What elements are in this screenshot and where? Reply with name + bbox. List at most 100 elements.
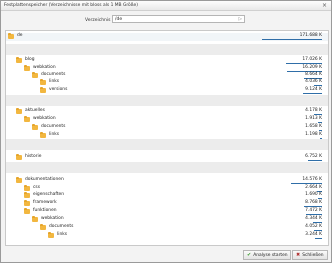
folder-icon [24, 116, 30, 122]
folder-name: webkation [41, 216, 64, 221]
path-value: /de [115, 17, 123, 22]
folder-row[interactable]: links 3.244 K [6, 232, 328, 240]
size-bar [314, 85, 322, 86]
size-bar [306, 214, 322, 215]
title-bar: Festplattenspeicher (Verzeichnisse mit b… [1, 1, 331, 11]
folder-name: links [57, 232, 68, 237]
folder-icon [8, 33, 14, 39]
folder-row[interactable]: aktuelles 4.178 K [6, 108, 328, 116]
size-bar [304, 206, 322, 207]
folder-size: 1.690 K [305, 192, 322, 197]
folder-name: webkation [33, 116, 56, 121]
close-icon: ✖ [296, 252, 301, 258]
folder-name: dokumentationen [25, 177, 64, 182]
folder-size: 9.124 K [305, 87, 322, 92]
folder-row[interactable]: links 4.036 K [6, 79, 328, 87]
folder-name: framework [33, 200, 57, 205]
close-label: Schließen [302, 253, 324, 258]
folder-size: 1.198 K [305, 132, 322, 137]
folder-row[interactable]: funktionen 7.472 K [6, 208, 328, 216]
folder-name: links [49, 132, 60, 137]
folder-icon [24, 208, 30, 214]
size-bar [314, 114, 322, 115]
folder-icon [24, 185, 30, 191]
folder-icon [24, 65, 30, 71]
folder-row[interactable]: documents 1.658 K [6, 124, 328, 132]
size-bar [286, 63, 322, 64]
folder-name: css [33, 185, 40, 190]
folder-size: 2.664 K [305, 185, 322, 190]
folder-row[interactable]: versions 9.124 K [6, 87, 328, 95]
go-icon[interactable]: ▷ [239, 16, 242, 23]
group-separator [6, 139, 328, 150]
size-bar [303, 93, 322, 94]
footer: ✔ Analyse starten ✖ Schließen [1, 248, 331, 263]
folder-icon [32, 124, 38, 130]
path-input[interactable]: /de ▷ [112, 15, 245, 23]
folder-row[interactable]: de 171.688 K [6, 33, 328, 41]
folder-icon [32, 72, 38, 78]
size-bar [318, 198, 322, 199]
size-bar [315, 238, 322, 239]
start-analysis-label: Analyse starten [253, 253, 288, 258]
folder-icon [40, 79, 46, 85]
group-separator [6, 95, 328, 106]
folder-name: de [17, 33, 23, 38]
size-bar [318, 122, 322, 123]
folder-size: 1.913 K [305, 116, 322, 121]
folder-size: 1.658 K [305, 124, 322, 129]
folder-row[interactable]: eigenschaften 1.690 K [6, 192, 328, 200]
folder-size-dialog: Festplattenspeicher (Verzeichnisse mit b… [0, 0, 332, 263]
window-title: Festplattenspeicher (Verzeichnisse mit b… [4, 3, 138, 8]
folder-name: blog [25, 57, 35, 62]
folder-size-list[interactable]: de 171.688 K blog 17.026 K webkation 16.209 K… [5, 30, 329, 246]
size-bar [320, 138, 322, 139]
folder-icon [40, 87, 46, 93]
group-separator [6, 162, 328, 173]
folder-icon [40, 132, 46, 138]
folder-name: historie [25, 154, 42, 159]
folder-icon [48, 232, 54, 238]
size-bar [262, 39, 322, 40]
folder-size: 8.768 K [305, 200, 322, 205]
folder-name: webkation [33, 65, 56, 70]
folder-size: 3.244 K [305, 232, 322, 237]
folder-size: 4.344 K [305, 216, 322, 221]
size-bar [308, 160, 322, 161]
group-separator [6, 44, 328, 55]
folder-row[interactable]: dokumentationen 14.576 K [6, 177, 328, 185]
size-bar [313, 222, 322, 223]
folder-name: links [49, 79, 60, 84]
folder-name: documents [41, 124, 66, 129]
close-button[interactable]: ✖ Schließen [292, 250, 328, 260]
size-bar [291, 183, 322, 184]
folder-size: 4.178 K [305, 108, 322, 113]
folder-size: 6.752 K [305, 154, 322, 159]
folder-name: aktuelles [25, 108, 45, 113]
folder-row[interactable]: historie 6.752 K [6, 154, 328, 162]
folder-name: versions [49, 87, 68, 92]
folder-row[interactable]: webkation 1.913 K [6, 116, 328, 124]
folder-icon [24, 200, 30, 206]
folder-size: 16.209 K [302, 65, 322, 70]
folder-row[interactable]: documents 4.052 K [6, 224, 328, 232]
window-close-icon[interactable]: × [322, 2, 327, 9]
check-icon: ✔ [247, 252, 252, 258]
folder-row[interactable]: webkation 4.344 K [6, 216, 328, 224]
folder-row[interactable]: framework 8.768 K [6, 200, 328, 208]
folder-size: 14.576 K [302, 177, 322, 182]
folder-name: funktionen [33, 208, 57, 213]
folder-icon [16, 108, 22, 114]
folder-size: 7.472 K [305, 208, 322, 213]
size-bar [319, 130, 322, 131]
folder-row[interactable]: links 1.198 K [6, 132, 328, 140]
folder-row[interactable]: blog 17.026 K [6, 57, 328, 65]
path-label: Verzeichnis [85, 18, 111, 23]
folder-icon [16, 57, 22, 63]
folder-name: eigenschaften [33, 192, 65, 197]
folder-icon [24, 192, 30, 198]
folder-size: 171.688 K [299, 33, 322, 38]
start-analysis-button[interactable]: ✔ Analyse starten [243, 250, 291, 260]
folder-icon [32, 216, 38, 222]
folder-icon [16, 154, 22, 160]
